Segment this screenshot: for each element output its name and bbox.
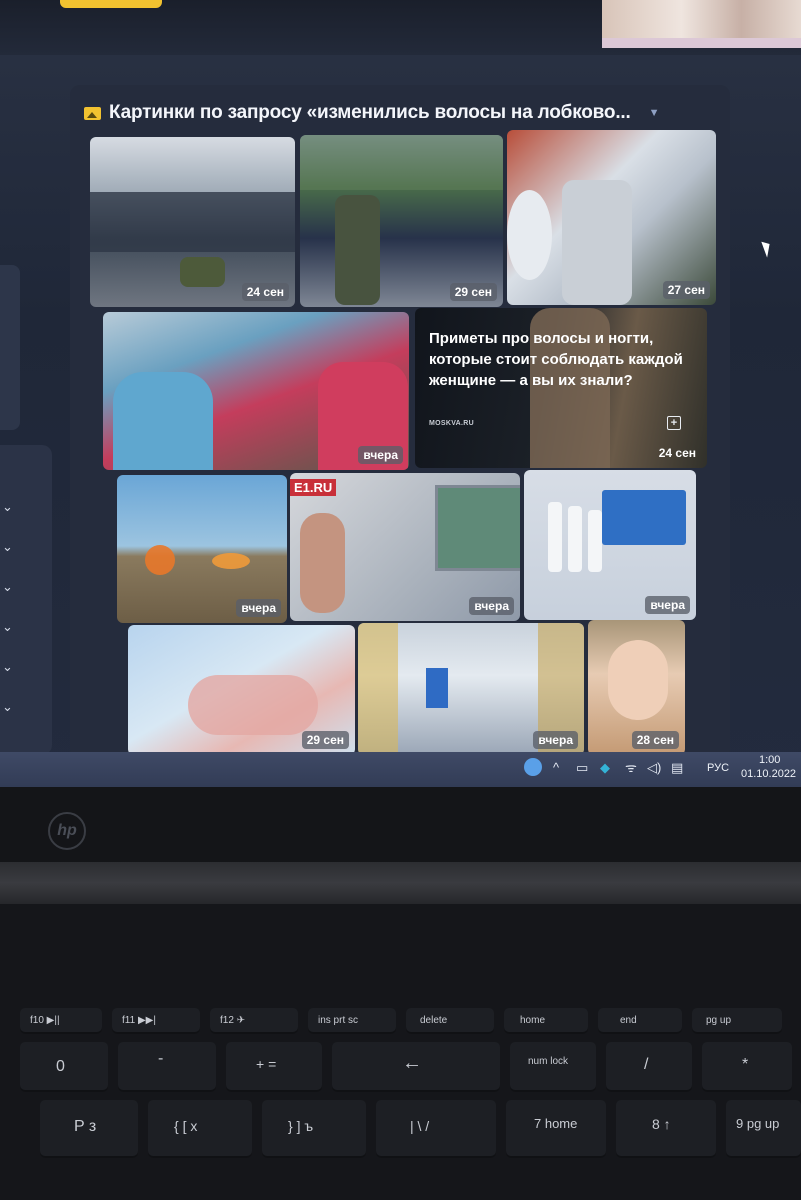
wifi-icon[interactable]: ᯤ (625, 760, 637, 776)
weather-icon[interactable] (524, 758, 542, 776)
chevron-up-icon[interactable]: ^ (553, 760, 559, 776)
image-date-badge: 24 сен (241, 283, 289, 301)
key-numpad-8[interactable]: 8 ↑ (616, 1100, 716, 1158)
defender-icon[interactable]: ◆ (600, 760, 610, 776)
image-tile[interactable]: 24 сен (90, 137, 295, 307)
clock-date[interactable]: 01.10.2022 (741, 768, 796, 780)
network-icon[interactable]: ▭ (576, 760, 588, 776)
image-tile[interactable]: 27 сен (507, 130, 716, 305)
image-tile[interactable]: вчера (524, 470, 696, 620)
image-date-badge: вчера (645, 596, 690, 614)
image-date-badge: вчера (469, 597, 514, 615)
image-tile[interactable]: E1.RU вчера (290, 473, 520, 621)
image-date-badge: 28 сен (631, 731, 679, 749)
chevron-down-icon[interactable]: ⌄ (2, 500, 16, 514)
key-numpad-7[interactable]: 7 home (506, 1100, 606, 1158)
image-date-badge: вчера (236, 599, 281, 617)
key-prtsc[interactable]: ins prt sc (308, 1008, 396, 1034)
key-delete[interactable]: delete (406, 1008, 494, 1034)
chevron-down-icon[interactable]: ⌄ (2, 660, 16, 674)
key-end[interactable]: end (598, 1008, 682, 1034)
image-date-badge: 27 сен (662, 281, 710, 299)
key-bracket-right[interactable]: } ] ъ (262, 1100, 366, 1158)
image-tile[interactable]: 29 сен (128, 625, 355, 755)
keyboard-icon[interactable]: ▤ (671, 760, 683, 776)
key-backslash[interactable]: | \ / (376, 1100, 496, 1158)
clock-time[interactable]: 1:00 (759, 754, 780, 766)
chevron-down-icon[interactable]: ⌄ (2, 580, 16, 594)
key-bracket-left[interactable]: { [ х (148, 1100, 252, 1158)
image-icon (84, 106, 101, 120)
laptop-hinge (0, 862, 801, 904)
key-0[interactable]: 0 (20, 1042, 108, 1092)
left-side-panel (0, 265, 20, 430)
key-home[interactable]: home (504, 1008, 588, 1034)
key-numpad-9[interactable]: 9 pg up (726, 1100, 801, 1158)
key-f12[interactable]: f12 ✈ (210, 1008, 298, 1034)
corner-thumbnail[interactable] (602, 0, 801, 48)
key-pgup[interactable]: pg up (692, 1008, 782, 1034)
article-source: MOSKVA.RU (429, 420, 474, 427)
key-numpad-divide[interactable]: / (606, 1042, 692, 1092)
image-date-badge: вчера (533, 731, 578, 749)
image-date-badge: 29 сен (301, 731, 349, 749)
dropdown-caret-icon[interactable]: ▼ (649, 107, 660, 119)
laptop-bezel (0, 787, 801, 867)
image-tile[interactable]: вчера (358, 623, 584, 755)
key-f11[interactable]: f11 ▶▶| (112, 1008, 200, 1034)
image-tile[interactable]: вчера (117, 475, 287, 623)
chevron-down-icon[interactable]: ⌄ (2, 620, 16, 634)
image-date-badge: 29 сен (449, 283, 497, 301)
key-equals[interactable]: + = (226, 1042, 322, 1092)
chevron-down-icon[interactable]: ⌄ (2, 540, 16, 554)
image-tile[interactable]: вчера (103, 312, 409, 470)
chevron-down-icon[interactable]: ⌄ (2, 700, 16, 714)
input-language[interactable]: РУС (707, 762, 729, 774)
key-minus[interactable]: - (118, 1042, 216, 1092)
image-date-badge: вчера (358, 446, 403, 464)
search-button-yellow[interactable] (60, 0, 162, 8)
key-f10[interactable]: f10 ▶|| (20, 1008, 102, 1034)
key-numlock[interactable]: num lock (510, 1042, 596, 1092)
key-p[interactable]: P з (40, 1100, 138, 1158)
left-filter-list: ⌄ ⌄ ⌄ ⌄ ⌄ ⌄ (0, 445, 52, 755)
hp-logo-icon: hp (48, 812, 86, 850)
image-tile[interactable]: 29 сен (300, 135, 503, 307)
monitor-screen: ⌄ ⌄ ⌄ ⌄ ⌄ ⌄ Картинки по запросу «изменил… (0, 0, 801, 790)
image-results-title[interactable]: Картинки по запросу «изменились волосы н… (109, 102, 631, 124)
image-results-header[interactable]: Картинки по запросу «изменились волосы н… (84, 98, 724, 128)
mouse-cursor-icon (761, 239, 774, 258)
image-date-badge: 24 сен (658, 446, 696, 460)
article-title[interactable]: Приметы про волосы и ногти, которые стои… (429, 328, 689, 391)
plus-icon[interactable]: + (667, 416, 681, 430)
image-tile[interactable]: 28 сен (588, 620, 685, 755)
volume-icon[interactable]: ◁) (647, 760, 661, 776)
key-backspace[interactable]: ← (332, 1042, 500, 1092)
e1-logo: E1.RU (290, 479, 337, 496)
key-numpad-multiply[interactable]: * (702, 1042, 792, 1092)
article-tile[interactable]: Приметы про волосы и ногти, которые стои… (415, 308, 707, 468)
